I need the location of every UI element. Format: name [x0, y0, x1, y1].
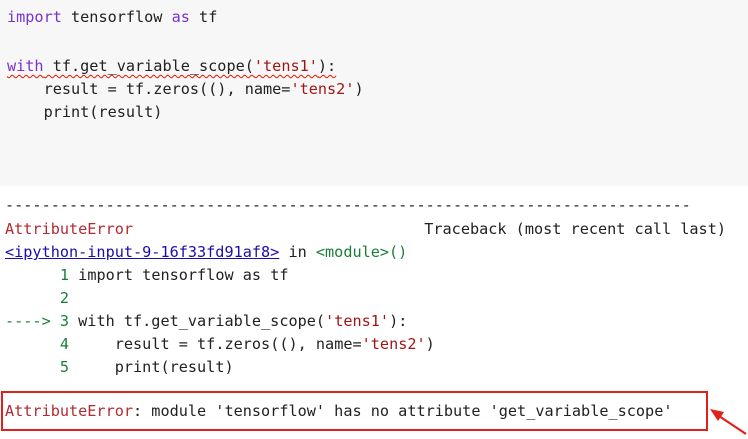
- trace-location: <ipython-input-9-16f33fd91af8> in <modul…: [5, 241, 407, 263]
- error-squiggle: with tf.get_variable_scope('tens1'):: [7, 57, 336, 75]
- line-string: 'tens1': [325, 312, 390, 330]
- line-number: 3: [50, 312, 70, 330]
- line-end: ): [425, 335, 435, 353]
- traceback-label: Traceback (most recent call last): [424, 220, 726, 238]
- error-name: AttributeError: [5, 220, 134, 238]
- trace-line-4: 4 result = tf.zeros((), name='tens2'): [5, 333, 435, 355]
- print-text: print(result): [7, 103, 163, 121]
- line-number: 5: [59, 358, 70, 376]
- trace-line-1: 1 import tensorflow as tf: [5, 264, 289, 286]
- module-text: <module>(): [315, 243, 408, 261]
- call-end: ):: [317, 57, 337, 75]
- alias-name: tf: [189, 8, 218, 26]
- assign-end: ): [354, 80, 364, 98]
- ipython-input-link[interactable]: <ipython-input-9-16f33fd91af8>: [5, 243, 279, 261]
- current-line-arrow: ---->: [5, 312, 51, 330]
- in-word: in: [279, 243, 316, 261]
- module-name: tensorflow: [61, 8, 172, 26]
- code-line-3: with tf.get_variable_scope('tens1'):: [7, 55, 336, 77]
- code-line-4: result = tf.zeros((), name='tens2'): [7, 78, 364, 100]
- keyword-with: with: [7, 57, 44, 75]
- line-marker: [5, 335, 60, 353]
- line-number: 1: [59, 266, 70, 284]
- trace-line-3: ----> 3 with tf.get_variable_scope('tens…: [5, 310, 407, 332]
- line-marker: [5, 266, 60, 284]
- code-cell[interactable]: import tensorflow as tf with tf.get_vari…: [0, 0, 748, 186]
- line-code: import tensorflow as tf: [69, 266, 289, 284]
- keyword-as: as: [171, 8, 190, 26]
- line-code: print(result): [69, 358, 234, 376]
- keyword-import: import: [7, 8, 62, 26]
- line-number: 2: [59, 289, 70, 307]
- red-arrow-annotation-icon: [710, 409, 747, 435]
- string-arg: 'tens1': [253, 57, 318, 75]
- error-header: AttributeError: [5, 218, 133, 240]
- error-highlight-box: [1, 391, 708, 431]
- trace-line-2: 2: [5, 287, 69, 309]
- string-arg: 'tens2': [290, 80, 355, 98]
- call-text: tf.get_variable_scope(: [43, 57, 254, 75]
- line-end: ):: [389, 312, 408, 330]
- trace-line-5: 5 print(result): [5, 356, 234, 378]
- assign-text: result = tf.zeros((), name=: [7, 80, 291, 98]
- line-marker: [5, 358, 60, 376]
- line-number: 4: [59, 335, 70, 353]
- line-code: with tf.get_variable_scope(: [69, 312, 326, 330]
- separator-line: ----------------------------------------…: [5, 196, 691, 214]
- line-marker: [5, 289, 60, 307]
- code-line-1: import tensorflow as tf: [7, 6, 217, 28]
- line-string: 'tens2': [361, 335, 426, 353]
- line-code: result = tf.zeros((), name=: [69, 335, 362, 353]
- code-line-5: print(result): [7, 101, 163, 123]
